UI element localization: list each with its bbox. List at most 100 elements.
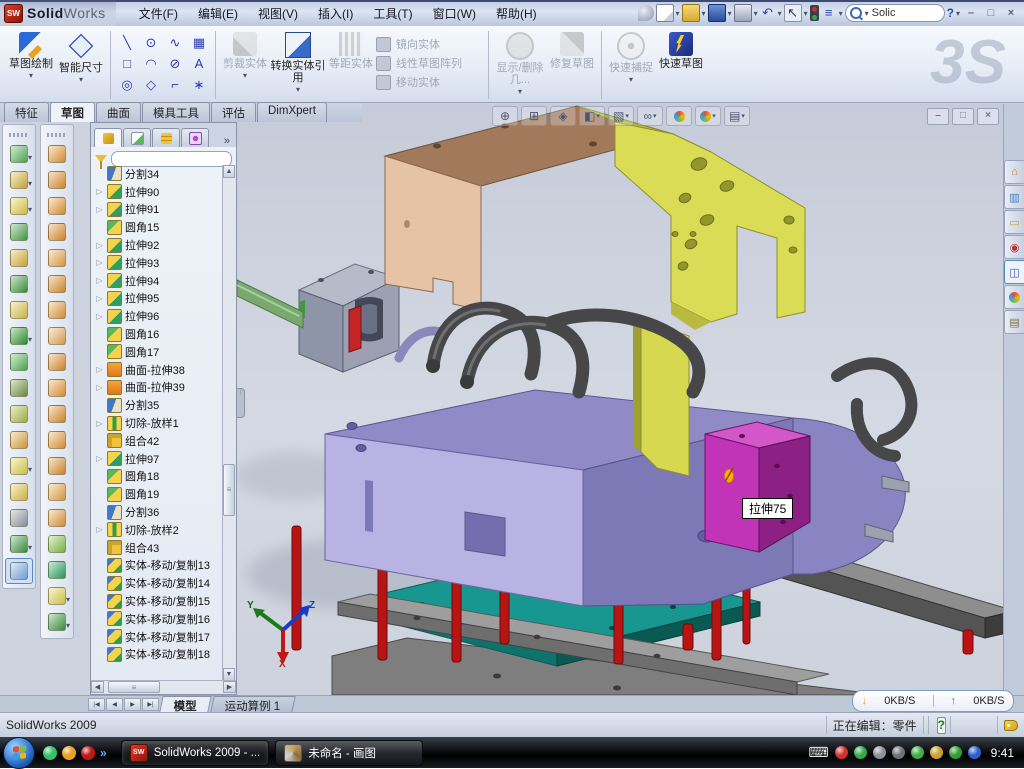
flyout-caret-icon[interactable]: ▾ [28,335,32,344]
features-toolbar-button[interactable]: ▾ [6,194,32,218]
rapid-sketch-button[interactable]: 快速草图 [656,28,706,102]
start-button[interactable] [3,737,35,769]
search-caret-icon[interactable]: ▾ [865,9,869,18]
feature-tree-item[interactable]: 曲面-拉伸39 [95,379,236,397]
tag-cell[interactable] [997,716,1024,734]
features-toolbar-button[interactable]: ▾ [6,298,32,322]
expand-arrow-icon[interactable] [95,294,104,303]
tray-icon[interactable] [873,746,886,759]
sketch-button[interactable]: 草图绘制 ▾ [6,28,56,102]
tree-vertical-scrollbar[interactable]: ▲ ≡ ▼ [222,165,236,681]
feature-tree-item[interactable]: 实体-移动/复制16 [95,610,236,628]
new-document-button[interactable] [656,4,674,22]
surfaces-toolbar-button[interactable]: ▾ [44,220,70,244]
view-tool-caret-icon[interactable]: ▾ [596,112,600,120]
surfaces-toolbar-button[interactable]: ▾ [44,428,70,452]
feature-tree-item[interactable]: 拉伸95 [95,290,236,308]
filter-icon[interactable] [95,155,107,163]
feature-tree-item[interactable]: 分割35 [95,396,236,414]
options-caret-icon[interactable]: ▾ [839,9,843,18]
features-toolbar-button[interactable]: ▾ [6,454,32,478]
select-tool-button[interactable]: ↖ [784,4,802,22]
sketch-entity-button[interactable]: A [187,54,211,75]
feature-tree-item[interactable]: 拉伸97 [95,450,236,468]
feature-tree-item[interactable]: 拉伸90 [95,183,236,201]
taskbar-task-button[interactable]: SW SolidWorks 2009 - ... [121,740,270,766]
expand-arrow-icon[interactable] [95,365,104,374]
task-pane-tab[interactable]: ▥ [1004,185,1024,209]
minimize-button[interactable]: – [962,6,980,21]
search-value[interactable]: Solic [872,7,896,19]
command-tab[interactable]: 特征 [4,102,49,122]
view-tool-button[interactable]: ⊞ ▾ [521,106,547,126]
sheet-nav-button[interactable]: ◀ [106,698,123,711]
flyout-caret-icon[interactable]: ▾ [28,179,32,188]
feature-tree-item[interactable]: 拉伸93 [95,254,236,272]
view-tool-button[interactable]: ◧ ▾ [579,106,605,126]
expand-arrow-icon[interactable] [95,258,104,267]
command-tab[interactable]: 评估 [211,102,256,122]
tray-icon[interactable] [968,746,981,759]
quick-launch-icon[interactable] [43,746,57,760]
feature-tree-item[interactable]: 拉伸91 [95,201,236,219]
feature-tree-item[interactable]: 拉伸96 [95,307,236,325]
flyout-caret-icon[interactable]: ▾ [66,595,70,604]
convert-caret-icon[interactable]: ▾ [296,85,300,94]
expand-arrow-icon[interactable] [95,241,104,250]
view-tool-button[interactable]: ▧ ▾ [608,106,634,126]
features-toolbar-button[interactable]: ▾ [6,142,32,166]
expand-arrow-icon[interactable] [95,205,104,214]
tray-icon[interactable] [911,746,924,759]
feature-tree-item[interactable]: 圆角18 [95,468,236,486]
view-tool-caret-icon[interactable]: ▾ [741,112,745,120]
view-tool-button[interactable]: ▤ ▾ [724,106,750,126]
doc-minimize-button[interactable]: – [927,108,949,125]
feature-tree-item[interactable]: 组合42 [95,432,236,450]
menu-item[interactable]: 编辑(E) [189,2,247,25]
options-button[interactable]: ≡ [821,5,837,21]
view-tool-button[interactable]: ⊕ ▾ [492,106,518,126]
save-caret-icon[interactable]: ▾ [728,9,732,18]
keyboard-tray-icon[interactable]: ⌨ [808,744,828,761]
features-toolbar-button[interactable]: ▾ [6,168,32,192]
sheet-nav-button[interactable]: ▶ [124,698,141,711]
sketch-entity-button[interactable]: □ [115,54,139,75]
tray-icon[interactable] [892,746,905,759]
offset-entities-button[interactable]: 等距实体 [326,28,376,102]
exploded-mold-assembly[interactable] [237,104,1003,695]
surfaces-toolbar-button[interactable]: ▾ [44,480,70,504]
taskbar-task-button[interactable]: 未命名 - 画图 [275,740,423,766]
print-button[interactable] [734,4,752,22]
tray-icon[interactable] [835,746,848,759]
flyout-caret-icon[interactable]: ▾ [28,153,32,162]
tray-icon[interactable] [854,746,867,759]
feature-tree-item[interactable]: 曲面-拉伸38 [95,361,236,379]
expand-arrow-icon[interactable] [95,187,104,196]
features-toolbar-button[interactable]: ▾ [6,350,32,374]
status-help-button[interactable]: ? [937,717,946,734]
feature-tree-item[interactable]: 实体-移动/复制13 [95,557,236,575]
linear-sketch-pattern-button[interactable]: 线性草图阵列 [376,55,484,71]
expand-arrow-icon[interactable] [95,419,104,428]
panel-splitter-handle[interactable]: ⋮ [237,388,245,418]
undo-button[interactable]: ↶ [760,5,776,21]
feature-tree-item[interactable]: 圆角16 [95,325,236,343]
features-toolbar-button[interactable]: ▾ [6,532,32,556]
sketch-entity-button[interactable]: ◇ [139,75,163,96]
features-toolbar-button[interactable]: ▾ [6,220,32,244]
model-tab[interactable]: 模型 [159,696,211,712]
motion-study-tab[interactable]: 运动算例 1 [210,696,295,712]
move-entities-button[interactable]: 移动实体 [376,74,484,90]
search-box[interactable]: ▾ Solic [845,4,945,22]
surfaces-toolbar-button[interactable]: ▾ [44,402,70,426]
tray-icon[interactable] [930,746,943,759]
print-caret-icon[interactable]: ▾ [754,9,758,18]
vertical-scroll-thumb[interactable]: ≡ [223,464,235,516]
flyout-caret-icon[interactable]: ▾ [28,543,32,552]
features-toolbar-button[interactable]: ▾ [5,558,33,584]
surfaces-toolbar-button[interactable]: ▾ [44,454,70,478]
feature-tree-item[interactable]: 拉伸92 [95,236,236,254]
sketch-entity-button[interactable]: ⊙ [139,33,163,54]
feature-tree-item[interactable]: 圆角19 [95,485,236,503]
convert-entities-button[interactable]: 转换实体引用 ▾ [270,28,326,102]
